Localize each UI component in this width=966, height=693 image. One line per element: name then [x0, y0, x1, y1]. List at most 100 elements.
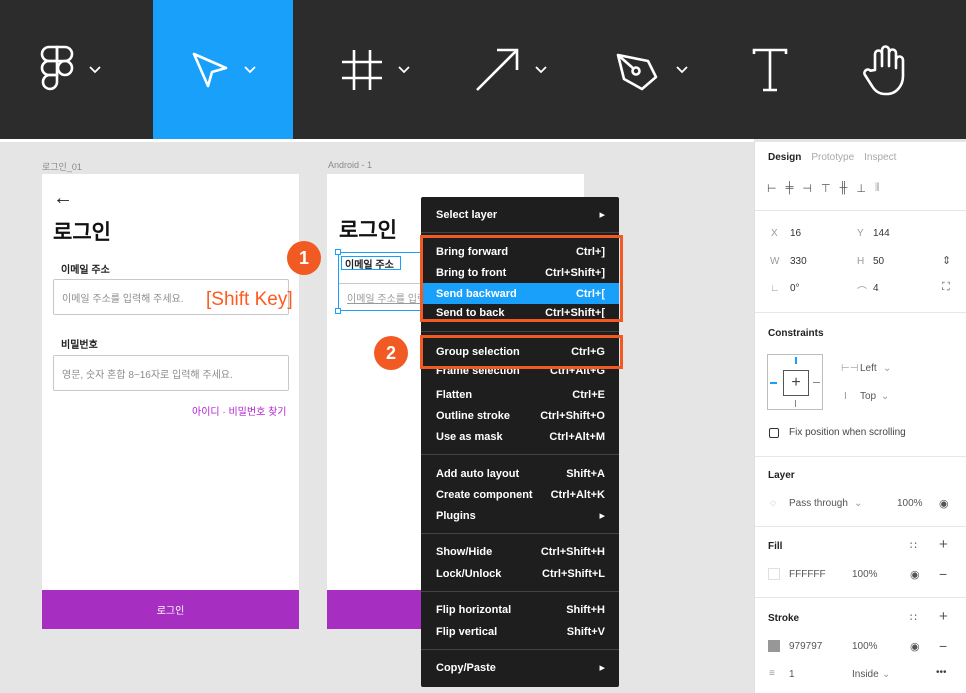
stroke-position-select[interactable]: Inside	[852, 669, 879, 680]
resize-handle[interactable]	[335, 249, 341, 255]
login-button[interactable]: 로그인	[42, 590, 299, 629]
menu-item-outline-stroke[interactable]: Outline stroke Ctrl+Shift+O	[421, 405, 619, 426]
style-grid-icon[interactable]: ∷	[910, 611, 917, 624]
stroke-weight-field[interactable]: 1	[789, 669, 795, 680]
distribute-icon[interactable]: ⫴	[875, 182, 880, 195]
menu-separator	[421, 533, 619, 534]
find-account-link[interactable]: 아이디 · 비밀번호 찾기	[192, 403, 286, 418]
menu-item-show-hide[interactable]: Show/Hide Ctrl+Shift+H	[421, 541, 619, 562]
chevron-down-icon: ⌄	[854, 498, 863, 509]
stroke-opacity-field[interactable]: 100%	[852, 641, 878, 652]
submenu-arrow-icon: ▸	[599, 510, 605, 522]
section-divider	[755, 526, 966, 527]
fill-opacity-field[interactable]: 100%	[852, 569, 878, 580]
hand-tool-button[interactable]	[850, 0, 920, 139]
corner-radius-icon: ⌒	[857, 287, 867, 298]
tab-design[interactable]: Design	[768, 152, 801, 163]
tab-inspect[interactable]: Inspect	[864, 152, 896, 163]
fill-title: Fill	[768, 541, 783, 552]
corner-radius-field[interactable]: 4	[873, 283, 879, 294]
remove-stroke-icon[interactable]: −	[939, 638, 947, 654]
align-center-h-icon[interactable]: ╪	[786, 182, 794, 195]
layer-title: Layer	[768, 470, 795, 481]
menu-item-use-as-mask[interactable]: Use as mask Ctrl+Alt+M	[421, 426, 619, 447]
submenu-arrow-icon: ▸	[599, 662, 605, 674]
align-bottom-icon[interactable]: ⊥	[856, 182, 866, 195]
selected-label-outline	[341, 256, 401, 270]
blend-mode-select[interactable]: Pass through	[789, 498, 848, 509]
independent-corners-icon[interactable]: ⛶	[942, 281, 950, 294]
constraints-widget[interactable]: +	[767, 354, 823, 410]
stroke-hex-field[interactable]: 979797	[789, 641, 822, 652]
style-grid-icon[interactable]: ∷	[910, 539, 917, 552]
fill-swatch[interactable]	[768, 568, 780, 580]
align-center-v-icon[interactable]: ╫	[840, 182, 848, 195]
w-field[interactable]: 330	[790, 256, 807, 267]
chevron-down-icon	[244, 65, 256, 73]
x-field[interactable]: 16	[790, 228, 801, 239]
menu-item-select-layer[interactable]: Select layer ▸	[421, 204, 619, 225]
menu-item-flip-horizontal[interactable]: Flip horizontal Shift+H	[421, 599, 619, 620]
vertical-constraint-select[interactable]: Top	[860, 391, 876, 402]
y-field[interactable]: 144	[873, 228, 890, 239]
align-toolbar: ⊢ ╪ ⊣ ⊤ ╫ ⊥ ⫴	[767, 182, 880, 195]
figma-menu-button[interactable]	[20, 0, 120, 139]
email-label: 이메일 주소	[61, 265, 110, 276]
remove-fill-icon[interactable]: −	[939, 566, 947, 582]
chevron-down-icon: ⌄	[882, 669, 891, 680]
frame-label[interactable]: 로그인_01	[42, 160, 82, 173]
toolbar	[0, 0, 966, 139]
move-tool-button[interactable]	[153, 0, 293, 139]
cursor-arrow-icon	[192, 52, 228, 87]
stroke-swatch[interactable]	[768, 640, 780, 652]
layer-opacity-field[interactable]: 100%	[897, 498, 923, 509]
password-label: 비밀번호	[61, 340, 98, 351]
arrow-line-icon	[476, 48, 519, 91]
chevron-down-icon: ⌄	[881, 391, 890, 402]
constraint-right-tick	[813, 382, 820, 383]
fill-hex-field[interactable]: FFFFFF	[789, 569, 826, 580]
menu-item-create-component[interactable]: Create component Ctrl+Alt+K	[421, 484, 619, 505]
constraint-top-tick	[795, 357, 797, 364]
submenu-arrow-icon: ▸	[599, 209, 605, 221]
menu-item-add-auto-layout[interactable]: Add auto layout Shift+A	[421, 463, 619, 484]
frame-label[interactable]: Android - 1	[328, 160, 372, 170]
text-tool-button[interactable]	[740, 0, 800, 139]
align-right-icon[interactable]: ⊣	[802, 182, 812, 195]
menu-item-copy-paste[interactable]: Copy/Paste ▸	[421, 657, 619, 678]
pen-tool-button[interactable]	[600, 0, 700, 139]
menu-item-flip-vertical[interactable]: Flip vertical Shift+V	[421, 621, 619, 642]
tab-prototype[interactable]: Prototype	[811, 152, 854, 163]
password-input[interactable]: 영문, 숫자 혼합 8~16자로 입력해 주세요.	[53, 355, 289, 391]
highlight-arrange-group	[420, 235, 623, 322]
blend-mode-icon: ◌	[770, 498, 776, 509]
menu-item-plugins[interactable]: Plugins ▸	[421, 505, 619, 526]
resize-handle[interactable]	[335, 308, 341, 314]
h-field[interactable]: 50	[873, 256, 884, 267]
stroke-weight-icon: ≡	[769, 668, 775, 679]
w-label: W	[770, 256, 780, 267]
add-fill-icon[interactable]: +	[939, 536, 948, 553]
align-top-icon[interactable]: ⊤	[821, 182, 831, 195]
eye-icon[interactable]: ◉	[910, 568, 920, 581]
plus-icon: +	[783, 370, 809, 396]
constrain-proportions-icon[interactable]: ⇕	[942, 254, 951, 267]
more-options-icon[interactable]: •••	[936, 667, 947, 678]
menu-item-flatten[interactable]: Flatten Ctrl+E	[421, 384, 619, 405]
add-stroke-icon[interactable]: +	[939, 608, 948, 625]
chevron-down-icon	[535, 65, 547, 73]
panel-tabs: Design Prototype Inspect	[768, 152, 896, 163]
fix-position-checkbox[interactable]	[769, 428, 779, 438]
login-frame[interactable]: ← 로그인 이메일 주소 이메일 주소를 입력해 주세요. 비밀번호 영문, 숫…	[42, 174, 299, 629]
eye-icon[interactable]: ◉	[910, 640, 920, 653]
eye-icon[interactable]: ◉	[939, 497, 949, 510]
properties-panel: Design Prototype Inspect ⊢ ╪ ⊣ ⊤ ╫ ⊥ ⫴ X…	[754, 142, 966, 693]
line-tool-button[interactable]	[460, 0, 560, 139]
rotation-field[interactable]: 0°	[790, 283, 800, 294]
menu-separator	[421, 591, 619, 592]
align-left-icon[interactable]: ⊢	[767, 182, 777, 195]
menu-item-lock-unlock[interactable]: Lock/Unlock Ctrl+Shift+L	[421, 563, 619, 584]
horizontal-constraint-select[interactable]: Left	[860, 363, 877, 374]
frame-tool-button[interactable]	[325, 0, 425, 139]
menu-separator	[421, 649, 619, 650]
